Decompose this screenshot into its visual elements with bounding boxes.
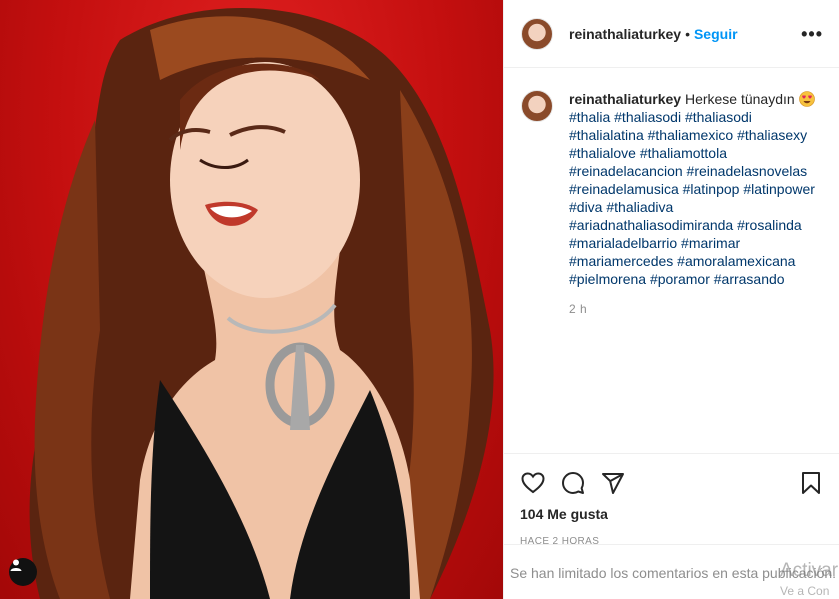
caption-username[interactable]: reinathaliaturkey [569, 91, 681, 107]
heart-icon[interactable] [520, 470, 546, 496]
paper-plane-icon[interactable] [600, 470, 626, 496]
more-options-icon[interactable]: ••• [801, 25, 823, 43]
separator-dot: • [685, 25, 690, 42]
follow-button[interactable]: Seguir [694, 26, 738, 42]
post-header: reinathaliaturkey • Seguir ••• [504, 0, 839, 68]
caption-avatar[interactable] [521, 90, 553, 122]
caption: reinathaliaturkey Herkese tünaydın #thal… [504, 68, 839, 318]
bookmark-icon[interactable] [798, 470, 824, 496]
heart-eyes-emoji-icon [798, 91, 815, 107]
caption-hashtags[interactable]: #thalia #thaliasodi #thaliasodi #thalial… [569, 109, 815, 287]
likes-count[interactable]: 104 Me gusta [504, 502, 839, 522]
user-tag-icon[interactable] [9, 558, 37, 586]
caption-text: Herkese tünaydın [684, 91, 795, 107]
caption-body: reinathaliaturkey Herkese tünaydın #thal… [569, 90, 819, 318]
header-username[interactable]: reinathaliaturkey [569, 26, 681, 42]
activate-windows-subtext: Ve a Con [780, 584, 830, 598]
activate-windows-watermark: Activar [780, 560, 839, 581]
post-photo[interactable] [0, 0, 503, 599]
avatar[interactable] [521, 17, 553, 50]
action-icons [504, 454, 839, 502]
instagram-post: reinathaliaturkey • Seguir ••• reinathal… [0, 0, 839, 599]
post-side-panel: reinathaliaturkey • Seguir ••• reinathal… [503, 0, 839, 599]
caption-time: 2 h [569, 302, 588, 316]
comment-icon[interactable] [560, 470, 586, 496]
post-photo-illustration [29, 8, 494, 599]
